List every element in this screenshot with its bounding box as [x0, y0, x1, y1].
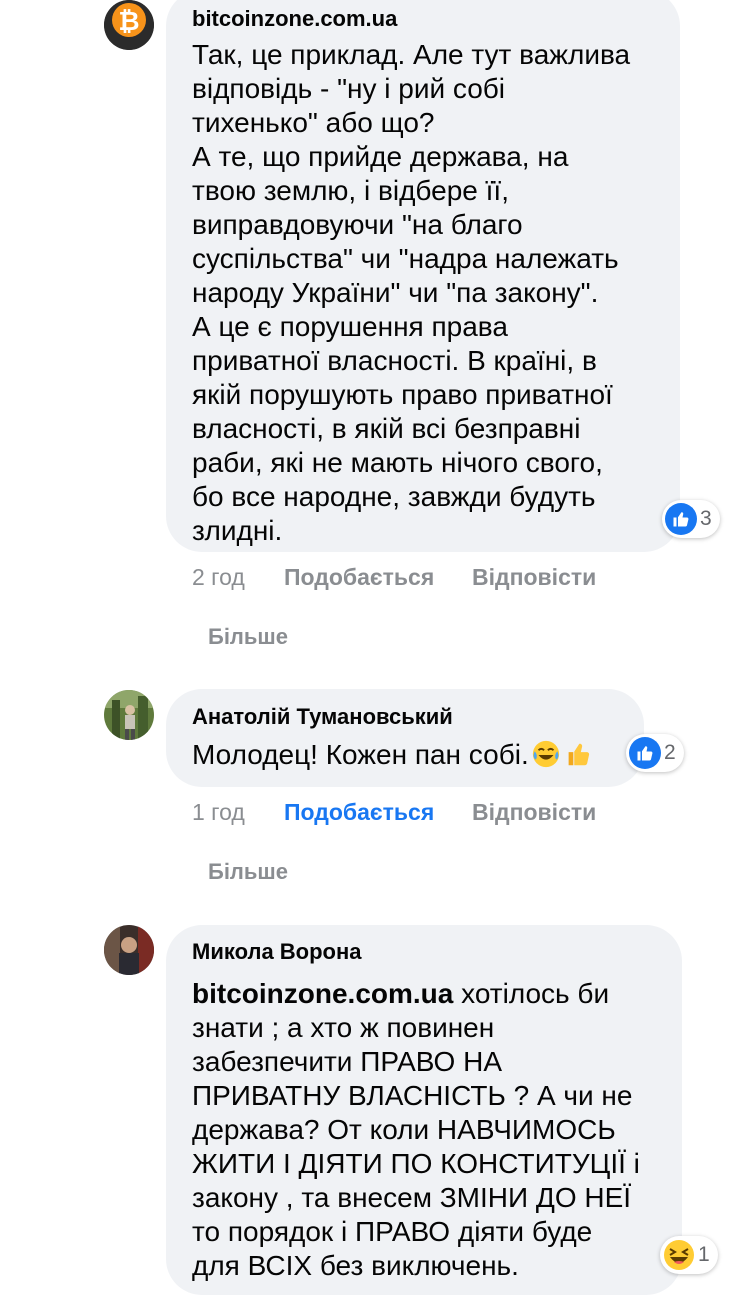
avatar-bitcoinzone[interactable]: ₿ — [104, 0, 154, 50]
reaction-count: 3 — [700, 507, 712, 530]
avatar-anatolii[interactable] — [104, 690, 154, 740]
comment-bubble: bitcoinzone.com.ua Так, це приклад. Але … — [166, 0, 680, 552]
haha-reaction-icon — [664, 1240, 694, 1270]
reaction-count: 2 — [664, 741, 676, 764]
comment-text: Так, це приклад. Але тут важлива відпові… — [192, 39, 631, 546]
reaction-summary[interactable]: 1 — [660, 1236, 718, 1274]
avatar-mykola[interactable] — [104, 925, 154, 975]
more-replies-link[interactable]: Більше — [208, 624, 288, 650]
comment-author[interactable]: Микола Ворона — [192, 939, 662, 965]
like-button[interactable]: Подобається — [284, 564, 434, 591]
like-reaction-icon — [629, 737, 661, 769]
comment-author[interactable]: bitcoinzone.com.ua — [192, 6, 660, 32]
reaction-count: 1 — [698, 1243, 710, 1266]
comment-timestamp[interactable]: 1 год — [192, 799, 245, 826]
comment-text: bitcoinzone.com.ua хотілось би знати ; а… — [192, 978, 640, 1281]
bitcoin-logo-icon: ₿ — [104, 0, 154, 50]
comment-timestamp[interactable]: 2 год — [192, 564, 245, 591]
like-button[interactable]: Подобається — [284, 799, 434, 826]
thumbs-up-emoji-icon — [568, 743, 589, 766]
reply-button[interactable]: Відповісти — [472, 564, 596, 591]
more-replies-link[interactable]: Більше — [208, 859, 288, 885]
reaction-summary[interactable]: 3 — [662, 500, 720, 538]
reaction-summary[interactable]: 2 — [626, 734, 684, 772]
profile-photo-icon — [104, 690, 154, 740]
face-with-tears-of-joy-emoji-icon — [532, 740, 559, 768]
like-reaction-icon — [665, 503, 697, 535]
profile-photo-icon — [104, 925, 154, 975]
comment-text: Молодец! Кожен пан собі. — [192, 738, 624, 772]
reply-button[interactable]: Відповісти — [472, 799, 596, 826]
comment-author[interactable]: Анатолій Тумановський — [192, 704, 624, 730]
svg-text:₿: ₿ — [118, 6, 139, 36]
comment-bubble: Микола Ворона bitcoinzone.com.ua хотілос… — [166, 925, 682, 1295]
comment-bubble: Анатолій Тумановський Молодец! Кожен пан… — [166, 689, 644, 787]
mention-link[interactable]: bitcoinzone.com.ua — [192, 978, 453, 1009]
